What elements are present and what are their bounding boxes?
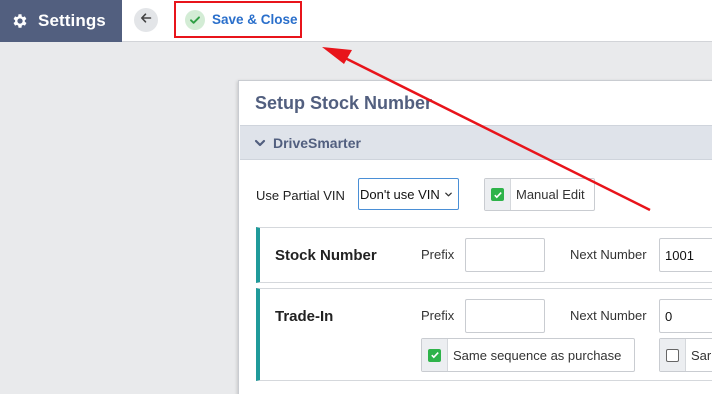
check-icon	[185, 9, 205, 30]
section-header-drivesmarter[interactable]: DriveSmarter	[240, 125, 712, 160]
partial-vin-value: Don't use VIN	[360, 186, 440, 202]
checkbox-area	[660, 339, 686, 371]
top-toolbar: Settings Save & Close	[0, 0, 712, 42]
checkbox-area	[422, 339, 448, 371]
row-title: Trade-In	[275, 308, 334, 325]
setup-stock-number-panel: Setup Stock Number DriveSmarter Use Part…	[238, 80, 712, 394]
manual-edit-label: Manual Edit	[516, 187, 585, 202]
stock-next-number-input[interactable]: 1001	[659, 238, 712, 272]
prefix-label: Prefix	[421, 247, 455, 262]
checkbox-checked-icon	[428, 348, 441, 362]
back-button[interactable]	[134, 8, 158, 32]
section-label: DriveSmarter	[273, 134, 361, 151]
stock-prefix-input[interactable]	[465, 238, 545, 272]
gear-icon	[11, 12, 29, 30]
manual-edit-checkbox[interactable]: Manual Edit	[484, 178, 595, 211]
arrow-left-icon	[140, 11, 152, 29]
save-close-label: Save & Close	[212, 12, 298, 27]
partial-vin-label: Use Partial VIN	[256, 188, 345, 203]
chevron-down-icon	[444, 189, 454, 199]
same-sequence-checkbox[interactable]: Same sequence as purchase	[421, 338, 635, 372]
second-option-label: Sar	[691, 347, 712, 363]
trade-in-next-number-input[interactable]: 0	[659, 299, 712, 333]
next-number-label: Next Number	[570, 247, 647, 262]
save-close-button[interactable]: Save & Close	[174, 1, 302, 38]
settings-page: Settings Save & Close Setup Stock Number	[0, 0, 712, 394]
next-number-label: Next Number	[570, 308, 647, 323]
checkbox-checked-icon	[491, 188, 504, 201]
checkbox-area	[485, 179, 511, 210]
stock-number-row: Stock Number Prefix Next Number 1001	[256, 227, 712, 283]
page-title: Settings	[38, 11, 106, 30]
same-sequence-label: Same sequence as purchase	[453, 347, 622, 363]
second-option-checkbox[interactable]: Sar	[659, 338, 712, 372]
partial-vin-select[interactable]: Don't use VIN	[358, 178, 459, 210]
trade-in-row: Trade-In Prefix Next Number 0 Same seque…	[256, 288, 712, 381]
checkbox-unchecked-icon	[666, 348, 679, 362]
settings-header: Settings	[0, 0, 122, 42]
panel-title: Setup Stock Number	[255, 93, 433, 113]
row-title: Stock Number	[275, 247, 377, 264]
trade-in-prefix-input[interactable]	[465, 299, 545, 333]
prefix-label: Prefix	[421, 308, 455, 323]
chevron-down-icon	[253, 136, 267, 150]
